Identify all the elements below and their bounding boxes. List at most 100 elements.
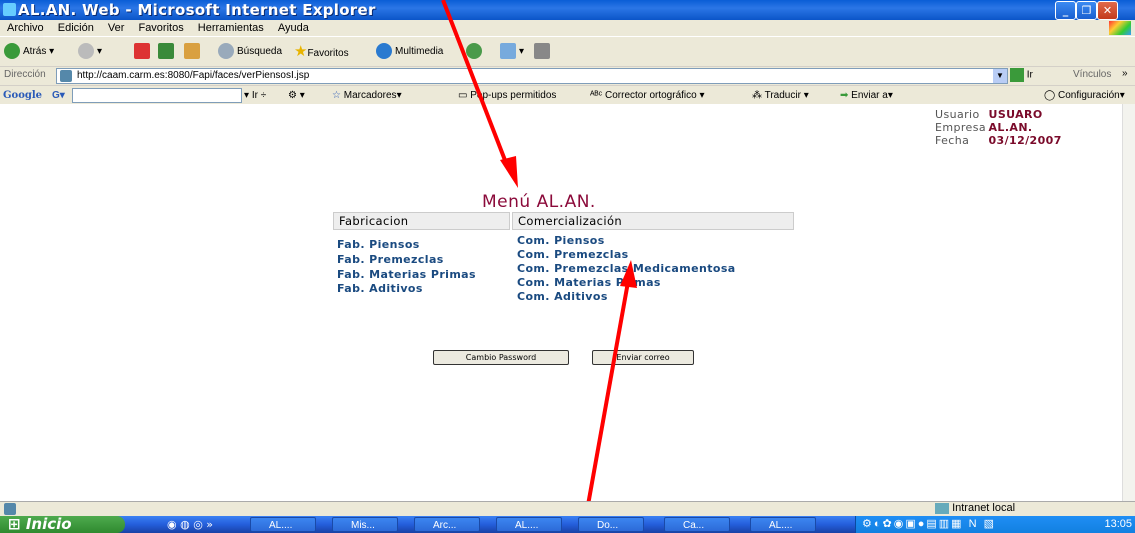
back-arrow-icon (4, 43, 20, 60)
favorites-button[interactable]: ★Favoritos (294, 43, 349, 61)
zone-label: Intranet local (935, 502, 1015, 514)
translate-icon: ⁂ (752, 90, 762, 101)
task-arc[interactable]: Arc... (414, 517, 480, 532)
address-dropdown-icon[interactable]: ▼ (993, 69, 1007, 83)
vertical-scrollbar[interactable] (1122, 104, 1135, 501)
settings-icon: ◯ (1044, 90, 1056, 101)
fabricacion-header: Fabricacion (333, 212, 510, 230)
google-search-input[interactable] (72, 88, 242, 103)
address-bar: Dirección http://caam.carm.es:8080/Fapi/… (0, 66, 1135, 85)
windows-logo-icon (1109, 21, 1131, 35)
link-fab-materias-primas[interactable]: Fab. Materias Primas (337, 268, 476, 281)
page-title: Menú AL.AN. (482, 192, 596, 212)
go-arrow-icon (1010, 68, 1024, 82)
star-outline-icon: ☆ (332, 90, 341, 101)
company-value: AL.AN. (988, 121, 1033, 134)
taskbar: ⊞ Inicio ◉ ◍ ◎ » AL.... Mis... Arc... AL… (0, 516, 1135, 533)
menu-ver[interactable]: Ver (108, 20, 125, 36)
menu-edicion[interactable]: Edición (58, 20, 94, 36)
status-bar: Intranet local (0, 501, 1135, 517)
start-button[interactable]: ⊞ Inicio (0, 516, 125, 533)
toolbar: Atrás ▾ ▾ Búsqueda ★Favoritos Multimedia… (0, 36, 1135, 67)
forward-button[interactable]: ▾ (78, 43, 102, 61)
multimedia-icon (376, 43, 392, 60)
stop-button[interactable] (134, 43, 153, 61)
system-tray: ⚙◐✿◉▣●▤▥▦ N ▧ 13:05 (855, 516, 1135, 533)
link-fab-piensos[interactable]: Fab. Piensos (337, 238, 420, 251)
google-logo: Google (3, 90, 43, 101)
status-page-icon (4, 503, 16, 515)
send-icon: ➡ (840, 90, 849, 101)
back-button[interactable]: Atrás ▾ (4, 43, 54, 61)
spellcheck-button[interactable]: ᴬᴮᶜ Corrector ortográfico ▾ (590, 88, 705, 103)
bookmarks-button[interactable]: ☆ Marcadores▾ (332, 88, 402, 103)
close-button[interactable]: ✕ (1097, 1, 1118, 20)
history-button[interactable] (466, 43, 485, 61)
menu-herramientas[interactable]: Herramientas (198, 20, 264, 36)
search-icon (218, 43, 234, 60)
company-label: Empresa (935, 121, 986, 134)
refresh-button[interactable] (158, 43, 177, 61)
links-label[interactable]: Vínculos (1073, 69, 1111, 80)
home-button[interactable] (184, 43, 203, 61)
mail-button[interactable]: ▾ (500, 43, 524, 61)
clock: 13:05 (1104, 518, 1132, 530)
search-button[interactable]: Búsqueda (218, 43, 282, 61)
menu-favoritos[interactable]: Favoritos (138, 20, 183, 36)
link-fab-premezclas[interactable]: Fab. Premezclas (337, 253, 444, 266)
spellcheck-icon: ᴬᴮᶜ (590, 90, 603, 101)
refresh-icon (158, 43, 174, 60)
link-fab-aditivos[interactable]: Fab. Aditivos (337, 282, 423, 295)
link-com-aditivos[interactable]: Com. Aditivos (517, 290, 608, 303)
link-com-piensos[interactable]: Com. Piensos (517, 234, 605, 247)
menu-ayuda[interactable]: Ayuda (278, 20, 309, 36)
link-com-premezclas-medicamentosa[interactable]: Com. Premezclas Medicamentosa (517, 262, 736, 275)
address-label: Dirección (4, 69, 46, 80)
translate-button[interactable]: ⁂ Traducir ▾ (752, 88, 809, 103)
task-al-2[interactable]: AL.... (496, 517, 562, 532)
mail-icon (500, 43, 516, 60)
link-com-materias-primas[interactable]: Com. Materias Primas (517, 276, 661, 289)
send-to-button[interactable]: ➡ Enviar a▾ (840, 88, 893, 103)
menu-bar: Archivo Edición Ver Favoritos Herramient… (0, 20, 1135, 36)
user-info: Usuario USUARO Empresa AL.AN. Fecha 03/1… (935, 108, 1062, 147)
change-password-button[interactable]: Cambio Password (433, 350, 569, 365)
popups-button[interactable]: ▭ Pop-ups permitidos (458, 88, 556, 103)
popup-icon: ▭ (458, 90, 468, 101)
intranet-icon (935, 502, 949, 514)
print-button[interactable] (534, 43, 553, 61)
comercializacion-header: Comercialización (512, 212, 794, 230)
date-label: Fecha (935, 134, 970, 147)
window-title-bar[interactable]: AL.AN. Web - Microsoft Internet Explorer… (0, 0, 1135, 20)
page-content: Usuario USUARO Empresa AL.AN. Fecha 03/1… (0, 0, 1122, 533)
quick-launch[interactable]: ◉ ◍ ◎ » (167, 518, 213, 531)
maximize-button[interactable]: ❐ (1076, 1, 1097, 20)
task-do[interactable]: Do... (578, 517, 644, 532)
settings-button[interactable]: ◯ Configuración▾ (1044, 88, 1125, 103)
go-button[interactable]: Ir (1010, 68, 1033, 82)
window-title: AL.AN. Web - Microsoft Internet Explorer (18, 1, 376, 19)
address-input[interactable]: http://caam.carm.es:8080/Fapi/faces/verP… (56, 68, 1008, 84)
google-go-button[interactable]: ▾ Ir ÷ (244, 88, 266, 103)
home-icon (184, 43, 200, 60)
date-value: 03/12/2007 (988, 134, 1062, 147)
google-tools-icon[interactable]: ⚙ ▾ (288, 88, 305, 103)
user-value: USUARO (988, 108, 1043, 121)
link-com-premezclas[interactable]: Com. Premezclas (517, 248, 629, 261)
task-ca[interactable]: Ca... (664, 517, 730, 532)
menu-archivo[interactable]: Archivo (7, 20, 44, 36)
tray-icons[interactable]: ⚙◐✿◉▣●▤▥▦ N ▧ (862, 518, 996, 530)
ie-icon (3, 3, 16, 16)
google-menu-button[interactable]: G▾ (52, 88, 65, 103)
forward-arrow-icon (78, 43, 94, 60)
links-more-icon[interactable]: » (1122, 68, 1128, 79)
task-mis[interactable]: Mis... (332, 517, 398, 532)
task-al-3[interactable]: AL.... (750, 517, 816, 532)
task-al-1[interactable]: AL.... (250, 517, 316, 532)
send-mail-button[interactable]: Enviar correo (592, 350, 694, 365)
stop-icon (134, 43, 150, 60)
multimedia-button[interactable]: Multimedia (376, 43, 443, 61)
print-icon (534, 43, 550, 60)
windows-flag-icon: ⊞ (8, 515, 21, 533)
minimize-button[interactable]: _ (1055, 1, 1076, 20)
